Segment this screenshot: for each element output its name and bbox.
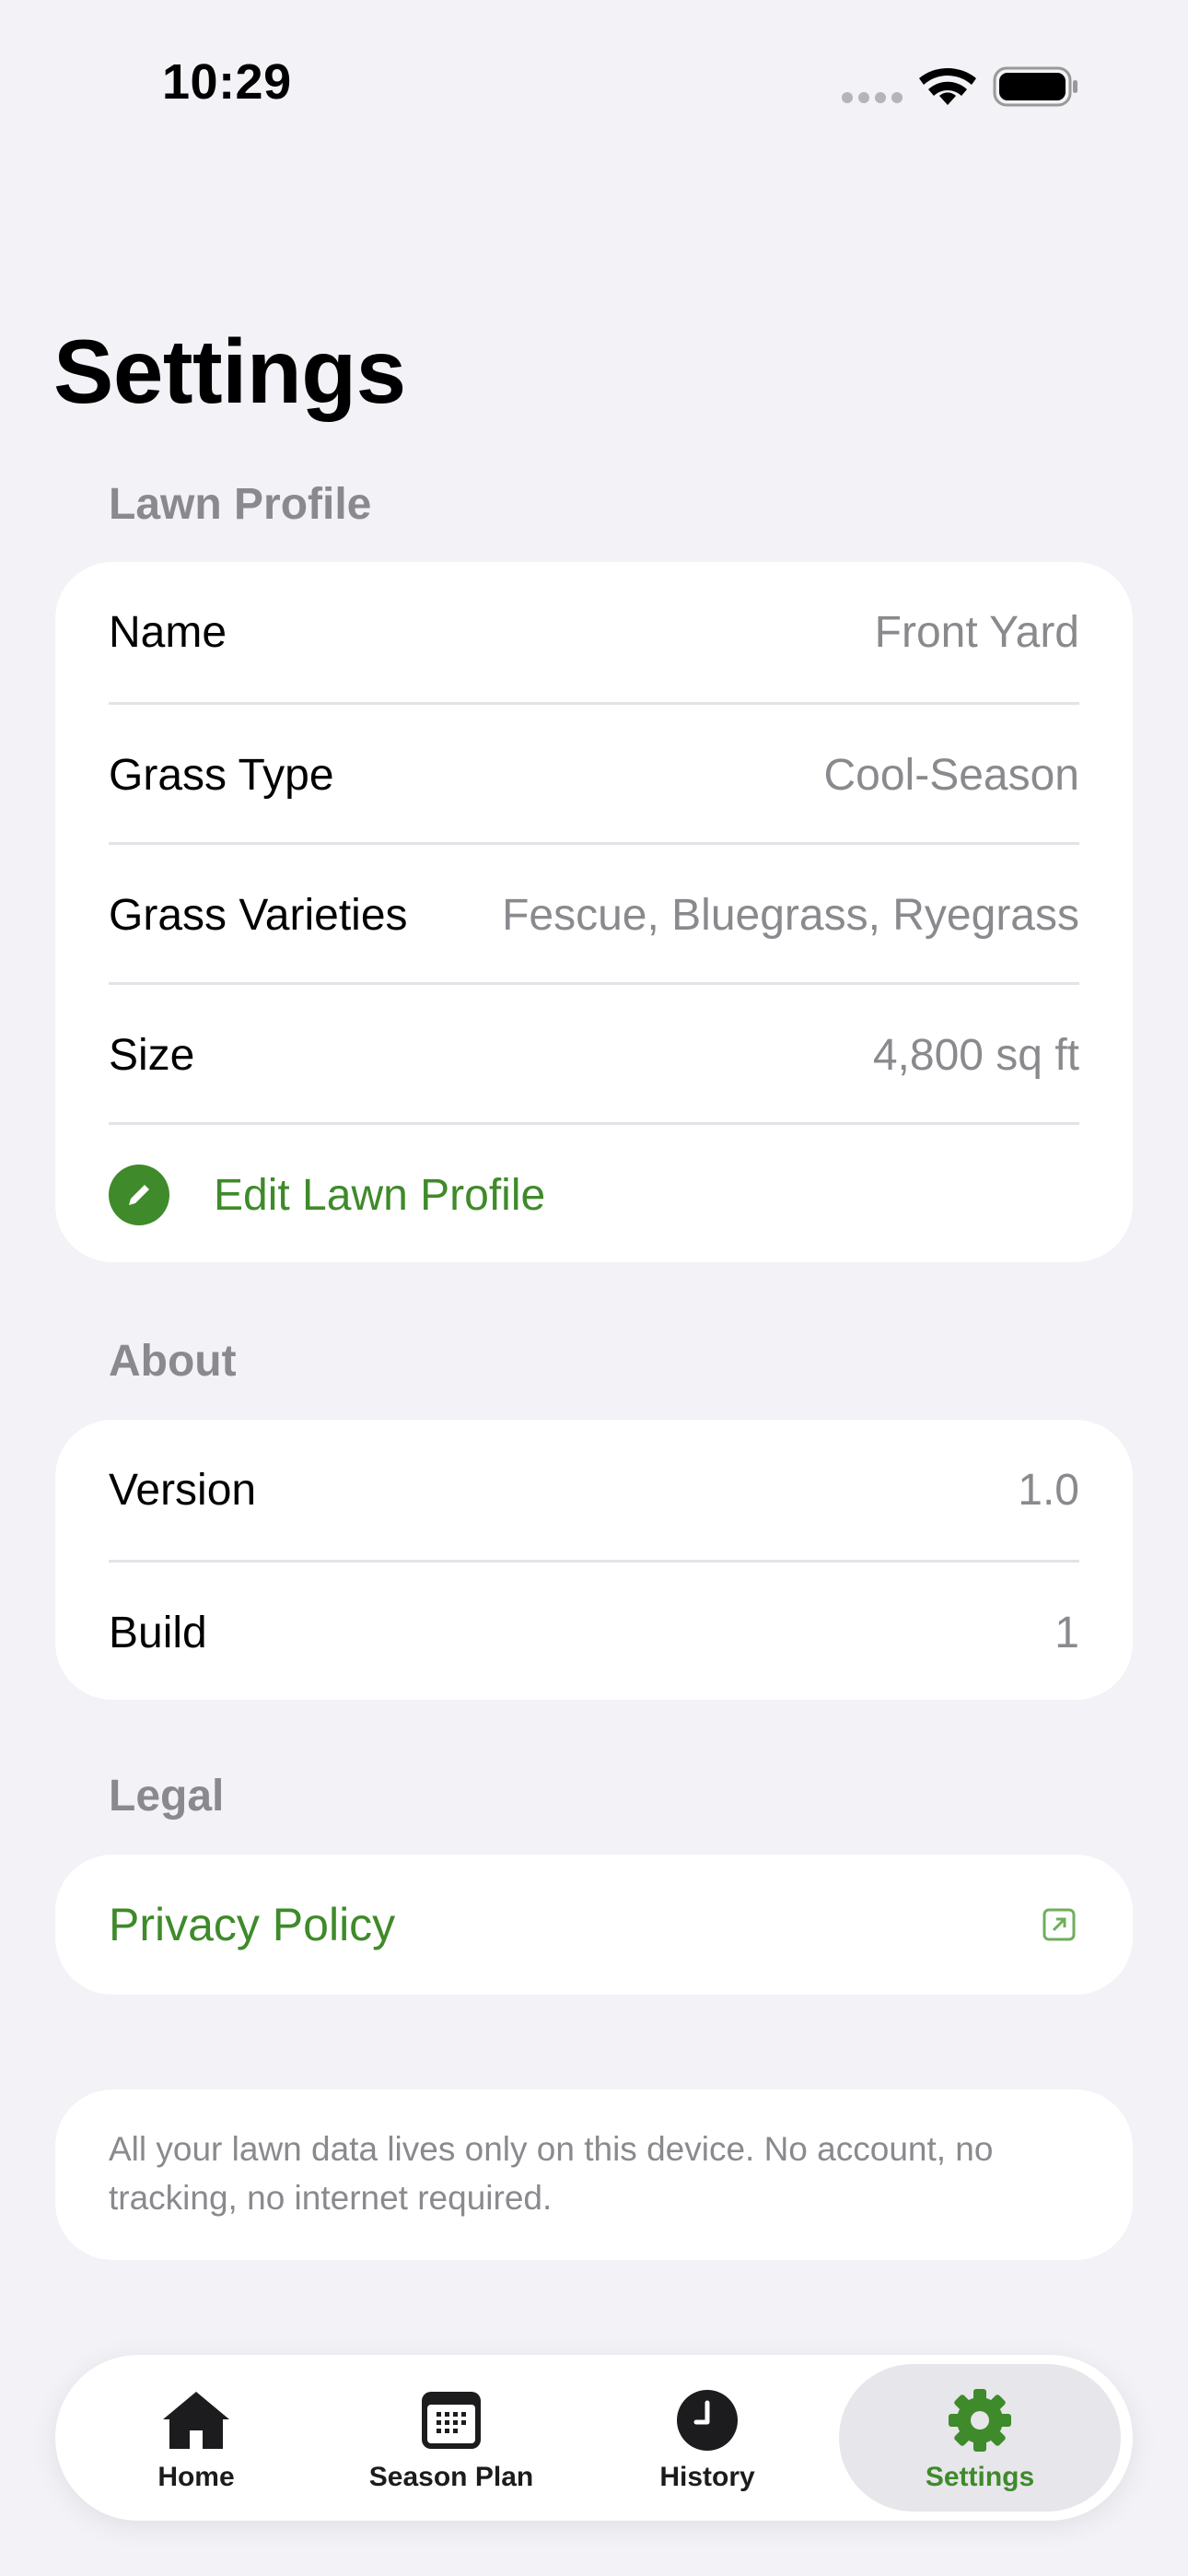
pencil-icon <box>109 1165 169 1225</box>
row-label: Size <box>109 1030 195 1080</box>
row-value: Cool-Season <box>823 750 1080 800</box>
battery-icon <box>993 66 1077 107</box>
build-row: Build 1 <box>109 1560 1079 1700</box>
size-row[interactable]: Size 4,800 sq ft <box>109 982 1079 1125</box>
page-title: Settings <box>53 321 406 422</box>
about-card: Version 1.0 Build 1 <box>55 1420 1133 1700</box>
row-value: 1.0 <box>1018 1465 1079 1515</box>
row-label: Name <box>109 607 227 657</box>
name-row[interactable]: Name Front Yard <box>109 562 1079 702</box>
calendar-icon <box>422 2392 481 2449</box>
tab-history[interactable]: History <box>566 2364 848 2512</box>
row-label: Grass Type <box>109 750 334 800</box>
legal-card: Privacy Policy <box>55 1855 1133 1995</box>
row-label: Version <box>109 1465 257 1515</box>
privacy-policy-label: Privacy Policy <box>109 1899 396 1950</box>
tab-home[interactable]: Home <box>55 2364 337 2512</box>
section-header-legal: Legal <box>109 1772 225 1821</box>
cellular-signal-icon <box>842 92 903 107</box>
edit-lawn-profile-button[interactable]: Edit Lawn Profile <box>109 1122 1079 1262</box>
tab-season-plan[interactable]: Season Plan <box>310 2364 592 2512</box>
privacy-policy-link[interactable]: Privacy Policy <box>109 1855 1079 1995</box>
status-time: 10:29 <box>162 54 292 110</box>
clock-icon <box>677 2390 738 2451</box>
gear-icon <box>949 2389 1011 2452</box>
external-link-icon <box>1042 1908 1076 1941</box>
row-label: Grass Varieties <box>109 890 408 940</box>
row-value: Front Yard <box>874 607 1079 657</box>
tab-label: Season Plan <box>368 2462 534 2492</box>
grass-type-row[interactable]: Grass Type Cool-Season <box>109 702 1079 845</box>
tab-label: Settings <box>925 2462 1035 2492</box>
wifi-icon <box>919 67 976 105</box>
edit-lawn-profile-label: Edit Lawn Profile <box>214 1170 546 1220</box>
status-bar: 10:29 <box>0 0 1188 175</box>
tab-settings[interactable]: Settings <box>839 2364 1121 2512</box>
row-value: 4,800 sq ft <box>872 1030 1079 1080</box>
tab-label: History <box>659 2462 755 2492</box>
privacy-info-text: All your lawn data lives only on this de… <box>109 2130 994 2217</box>
tab-label: Home <box>157 2462 235 2492</box>
lawn-profile-card: Name Front Yard Grass Type Cool-Season G… <box>55 562 1133 1262</box>
section-header-about: About <box>109 1337 237 1386</box>
house-icon <box>163 2392 229 2449</box>
grass-varieties-row[interactable]: Grass Varieties Fescue, Bluegrass, Ryegr… <box>109 842 1079 985</box>
row-value: 1 <box>1054 1608 1079 1657</box>
row-label: Build <box>109 1608 207 1657</box>
version-row: Version 1.0 <box>109 1420 1079 1560</box>
privacy-info-card: All your lawn data lives only on this de… <box>55 2090 1133 2260</box>
tab-bar: Home Season Plan History Settings <box>55 2355 1133 2521</box>
row-value: Fescue, Bluegrass, Ryegrass <box>502 890 1079 940</box>
section-header-lawn-profile: Lawn Profile <box>109 480 372 529</box>
